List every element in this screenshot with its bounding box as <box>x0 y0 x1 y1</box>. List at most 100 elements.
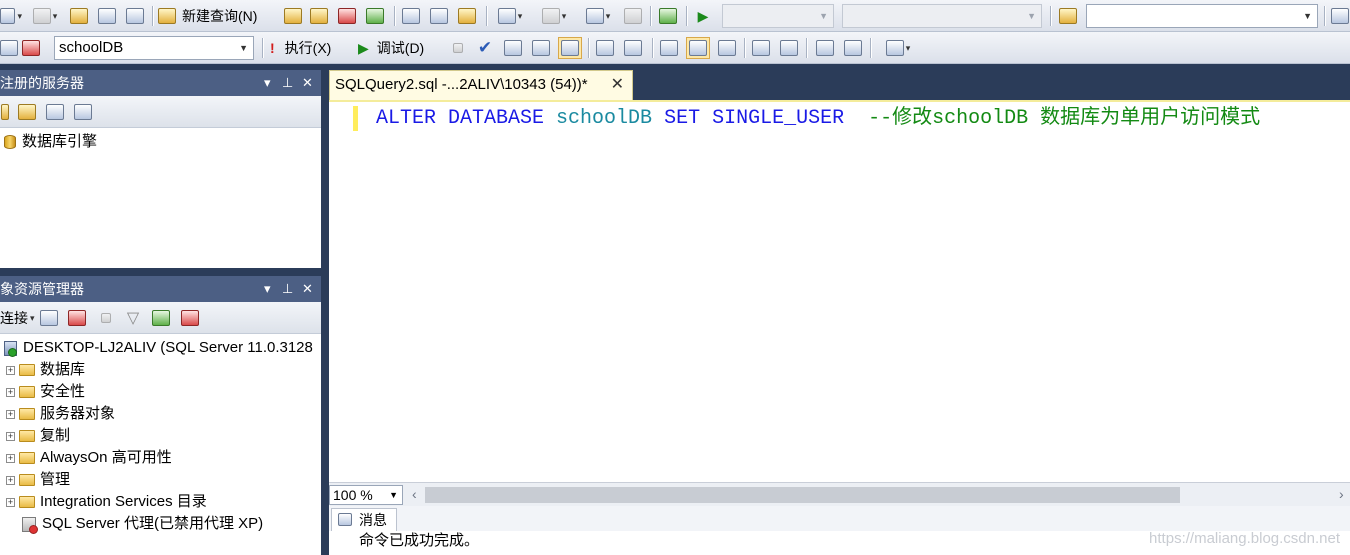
paste-icon[interactable] <box>456 5 478 27</box>
find-icon[interactable] <box>1330 5 1350 27</box>
results-to-grid-icon[interactable] <box>686 37 710 59</box>
navigate-forward-icon[interactable] <box>622 5 644 27</box>
unsaved-change-marker <box>353 106 358 131</box>
tree-item-sql-server-agent[interactable]: SQL Server 代理(已禁用代理 XP) <box>22 514 263 534</box>
scroll-right-icon[interactable]: › <box>1339 486 1344 502</box>
stop-filter-icon[interactable] <box>178 307 202 329</box>
horizontal-scrollbar-thumb[interactable] <box>425 487 1180 503</box>
object-explorer-title-bar: 象资源管理器 ▾ ⊥ ✕ <box>0 276 321 302</box>
expand-plus-icon[interactable]: + <box>6 497 15 507</box>
query-editor[interactable]: ALTER DATABASE schoolDB SET SINGLE_USER … <box>329 100 1350 533</box>
new-file-icon[interactable]: ▾ <box>0 5 22 27</box>
expand-plus-icon[interactable]: + <box>6 409 15 419</box>
navigate-backward-icon[interactable]: ▾ <box>580 5 616 27</box>
reporting-services-icon[interactable] <box>44 101 66 123</box>
tree-item-folder[interactable]: + 管理 <box>6 470 70 490</box>
tree-item-label: 复制 <box>40 427 71 444</box>
debug-button[interactable]: ▶ 调试(D) <box>358 37 438 59</box>
window-position-icon[interactable]: ▾ <box>264 276 271 302</box>
copy-icon[interactable] <box>428 5 450 27</box>
tree-item-database-engine[interactable]: 数据库引擎 <box>4 132 97 152</box>
sql-agent-disabled-icon <box>22 516 38 534</box>
start-debugging-icon[interactable]: ▶ <box>692 5 714 27</box>
connect-object-explorer-icon[interactable] <box>38 307 60 329</box>
disconnect-icon[interactable] <box>66 307 88 329</box>
connect-icon[interactable] <box>0 37 18 59</box>
open-folder-icon[interactable] <box>68 5 90 27</box>
change-connection-icon[interactable] <box>20 37 42 59</box>
expand-plus-icon[interactable]: + <box>6 387 15 397</box>
editor-status-row: 100 % ▼ ‹ › <box>329 482 1350 506</box>
results-to-text-icon[interactable] <box>658 37 680 59</box>
expand-plus-icon[interactable]: + <box>6 431 15 441</box>
expand-plus-icon[interactable]: + <box>6 365 15 375</box>
stop-icon[interactable] <box>96 307 116 329</box>
document-area: SQLQuery2.sql -...2ALIV\10343 (54))* ✕ A… <box>329 64 1350 555</box>
zoom-combo[interactable]: 100 % ▼ <box>329 485 403 505</box>
undo-icon[interactable]: ▾ <box>492 5 528 27</box>
expand-plus-icon[interactable]: + <box>6 453 15 463</box>
auto-hide-pin-icon[interactable]: ⊥ <box>282 276 293 302</box>
analysis-services-dmx-icon[interactable] <box>336 5 358 27</box>
uncomment-lines-icon[interactable] <box>778 37 800 59</box>
analysis-services-mdx-icon[interactable] <box>308 5 330 27</box>
save-all-icon[interactable] <box>124 5 146 27</box>
close-icon[interactable]: ✕ <box>611 71 624 99</box>
decrease-indent-icon[interactable] <box>814 37 836 59</box>
tree-item-folder[interactable]: + 数据库 <box>6 360 85 380</box>
solution-platforms-combo[interactable]: ▼ <box>842 4 1042 28</box>
database-engine-icon[interactable] <box>0 101 10 123</box>
xmla-query-icon[interactable] <box>364 5 386 27</box>
new-query-button[interactable]: 新建查询(N) <box>158 5 278 27</box>
redo-icon[interactable]: ▾ <box>536 5 572 27</box>
tree-item-folder[interactable]: + 安全性 <box>6 382 85 402</box>
server-connected-icon <box>4 340 17 357</box>
display-estimated-plan-icon[interactable] <box>502 37 524 59</box>
connect-dropdown-button[interactable]: 连接 ▾ <box>0 307 35 329</box>
comment-lines-icon[interactable] <box>750 37 772 59</box>
specify-template-values-icon[interactable]: ▾ <box>878 37 918 59</box>
registered-servers-title-bar: 注册的服务器 ▾ ⊥ ✕ <box>0 70 321 96</box>
include-client-statistics-icon[interactable] <box>622 37 644 59</box>
find-combo[interactable]: ▼ <box>1086 4 1318 28</box>
cancel-query-icon[interactable] <box>448 37 468 59</box>
analysis-services-icon[interactable] <box>16 101 38 123</box>
tree-item-folder[interactable]: + Integration Services 目录 <box>6 492 207 512</box>
increase-indent-icon[interactable] <box>842 37 864 59</box>
include-actual-plan-icon[interactable] <box>594 37 616 59</box>
close-panel-icon[interactable]: ✕ <box>302 70 313 96</box>
query-designer-icon[interactable] <box>530 37 552 59</box>
execute-button[interactable]: ! 执行(X) <box>270 37 350 59</box>
auto-hide-pin-icon[interactable]: ⊥ <box>282 70 293 96</box>
find-in-files-icon[interactable] <box>1056 5 1080 27</box>
activity-monitor-icon[interactable] <box>656 5 680 27</box>
tree-item-label: 服务器对象 <box>40 405 116 422</box>
tree-item-folder[interactable]: + AlwaysOn 高可用性 <box>6 448 172 468</box>
save-icon[interactable] <box>96 5 118 27</box>
results-to-file-icon[interactable] <box>558 37 582 59</box>
tab-sqlquery2[interactable]: SQLQuery2.sql -...2ALIV\10343 (54))* ✕ <box>329 70 633 100</box>
tree-item-folder[interactable]: + 服务器对象 <box>6 404 115 424</box>
code-line-1[interactable]: ALTER DATABASE schoolDB SET SINGLE_USER … <box>376 106 1260 132</box>
close-panel-icon[interactable]: ✕ <box>302 276 313 302</box>
database-engine-query-icon[interactable] <box>282 5 304 27</box>
tree-item-label: 管理 <box>40 471 71 488</box>
solution-configurations-combo[interactable]: ▼ <box>722 4 834 28</box>
scroll-left-icon[interactable]: ‹ <box>412 486 417 502</box>
tree-item-folder[interactable]: + 复制 <box>6 426 70 446</box>
tree-item-label: 数据库 <box>40 361 86 378</box>
new-project-icon[interactable]: ▾ <box>30 5 60 27</box>
tree-item-server[interactable]: DESKTOP-LJ2ALIV (SQL Server 11.0.3128 <box>4 338 313 358</box>
filter-icon[interactable]: ▽ <box>122 307 144 329</box>
cut-icon[interactable] <box>400 5 422 27</box>
refresh-icon[interactable] <box>150 307 172 329</box>
parse-checkmark-icon[interactable]: ✔ <box>474 37 496 59</box>
code-keyword: ALTER DATABASE <box>376 107 545 130</box>
tab-messages[interactable]: 消息 <box>331 508 397 532</box>
window-position-icon[interactable]: ▾ <box>264 70 271 96</box>
expand-plus-icon[interactable]: + <box>6 475 15 485</box>
results-to-file-2-icon[interactable] <box>716 37 738 59</box>
registered-servers-panel: 注册的服务器 ▾ ⊥ ✕ 数据库引擎 <box>0 70 321 268</box>
available-databases-combo[interactable]: schoolDB ▼ <box>54 36 254 60</box>
integration-services-icon[interactable] <box>72 101 94 123</box>
